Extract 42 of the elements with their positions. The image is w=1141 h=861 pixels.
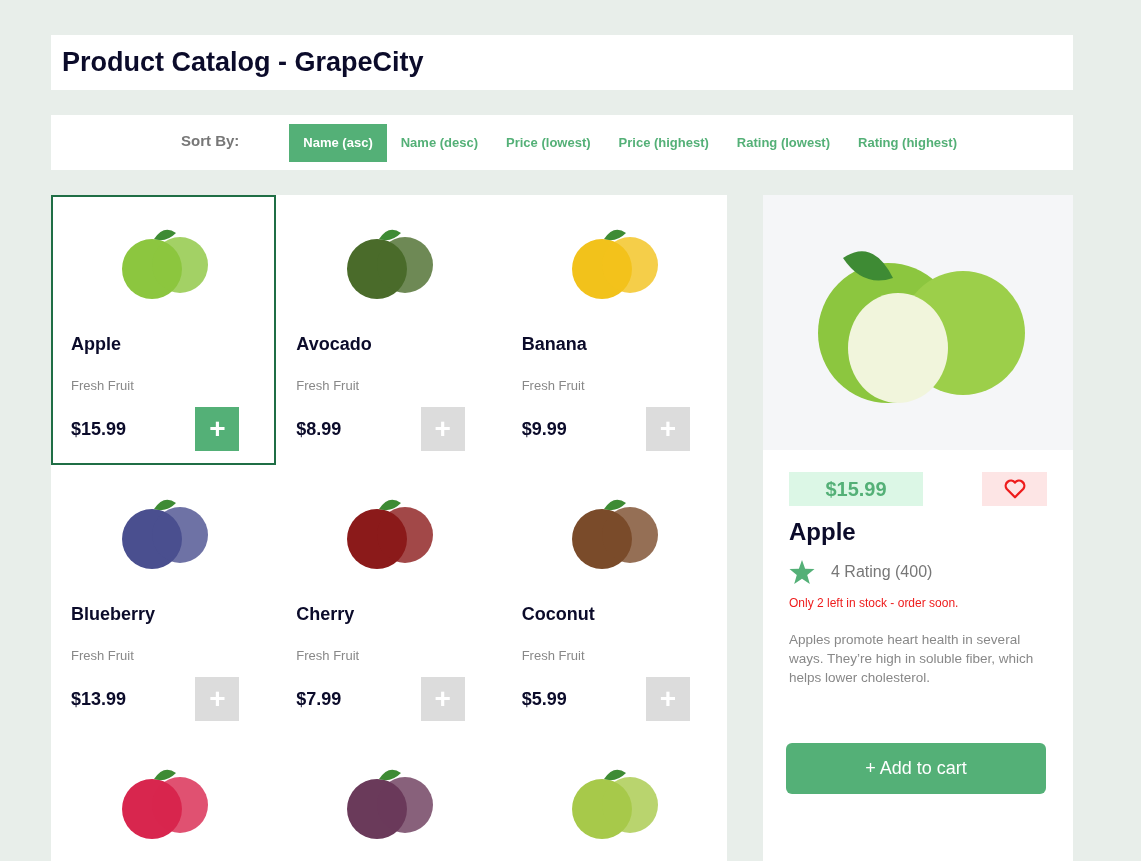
product-category: Fresh Fruit — [71, 376, 135, 395]
product-category: Fresh Fruit — [296, 646, 361, 665]
product-name: Avocado — [296, 333, 373, 356]
product-price: $8.99 — [296, 417, 342, 441]
detail-name: Apple — [789, 517, 857, 547]
product-price: $5.99 — [521, 687, 567, 711]
add-button[interactable]: + — [195, 407, 240, 451]
product-category: Fresh Fruit — [296, 376, 361, 395]
add-to-cart-button[interactable]: + Add to cart — [786, 743, 1046, 794]
product-name: Banana — [521, 333, 588, 356]
add-button[interactable]: + — [420, 407, 465, 451]
stock-warning: Only 2 left in stock - order soon. — [789, 595, 960, 612]
sort-label: Sort By: — [181, 130, 240, 151]
rating-text: 4 Rating (400) — [831, 562, 933, 582]
add-button[interactable]: + — [195, 677, 240, 721]
product-description: Apples promote heart health in several ways. They’re high in soluble fiber, which helps lower cholesterol. — [789, 631, 1035, 687]
page-title: Product Catalog - GrapeCity — [62, 46, 424, 80]
favorite-button[interactable] — [982, 472, 1047, 506]
product-price: $13.99 — [71, 687, 127, 711]
product-category: Fresh Fruit — [71, 646, 135, 665]
product-card[interactable]: Apple Fresh Fruit $15.99 + — [51, 195, 277, 465]
product-card[interactable]: Cherry Fresh Fruit $7.99 + — [276, 465, 502, 735]
product-card[interactable]: Banana Fresh Fruit $9.99 + — [501, 195, 727, 465]
product-card[interactable]: Blueberry Fresh Fruit $13.99 + — [51, 465, 277, 735]
product-price: $7.99 — [296, 687, 342, 711]
product-price: $15.99 — [71, 417, 127, 441]
add-button[interactable]: + — [420, 677, 465, 721]
product-category: Fresh Fruit — [521, 646, 586, 665]
add-button[interactable]: + — [646, 677, 690, 721]
heart-icon — [1003, 479, 1026, 499]
product-category: Fresh Fruit — [521, 376, 586, 395]
add-button[interactable]: + — [646, 407, 690, 451]
product-card[interactable]: Coconut Fresh Fruit $5.99 + — [501, 465, 727, 735]
product-card[interactable]: Avocado Fresh Fruit $8.99 + — [276, 195, 502, 465]
product-name: Cherry — [296, 603, 356, 626]
product-name: Coconut — [521, 603, 596, 626]
product-name: Apple — [71, 333, 122, 356]
detail-price: $15.99 — [789, 472, 923, 506]
product-name: Blueberry — [71, 603, 157, 626]
product-price: $9.99 — [521, 417, 567, 441]
sort-option[interactable]: Name (asc) — [289, 123, 387, 162]
star-icon — [789, 560, 815, 584]
